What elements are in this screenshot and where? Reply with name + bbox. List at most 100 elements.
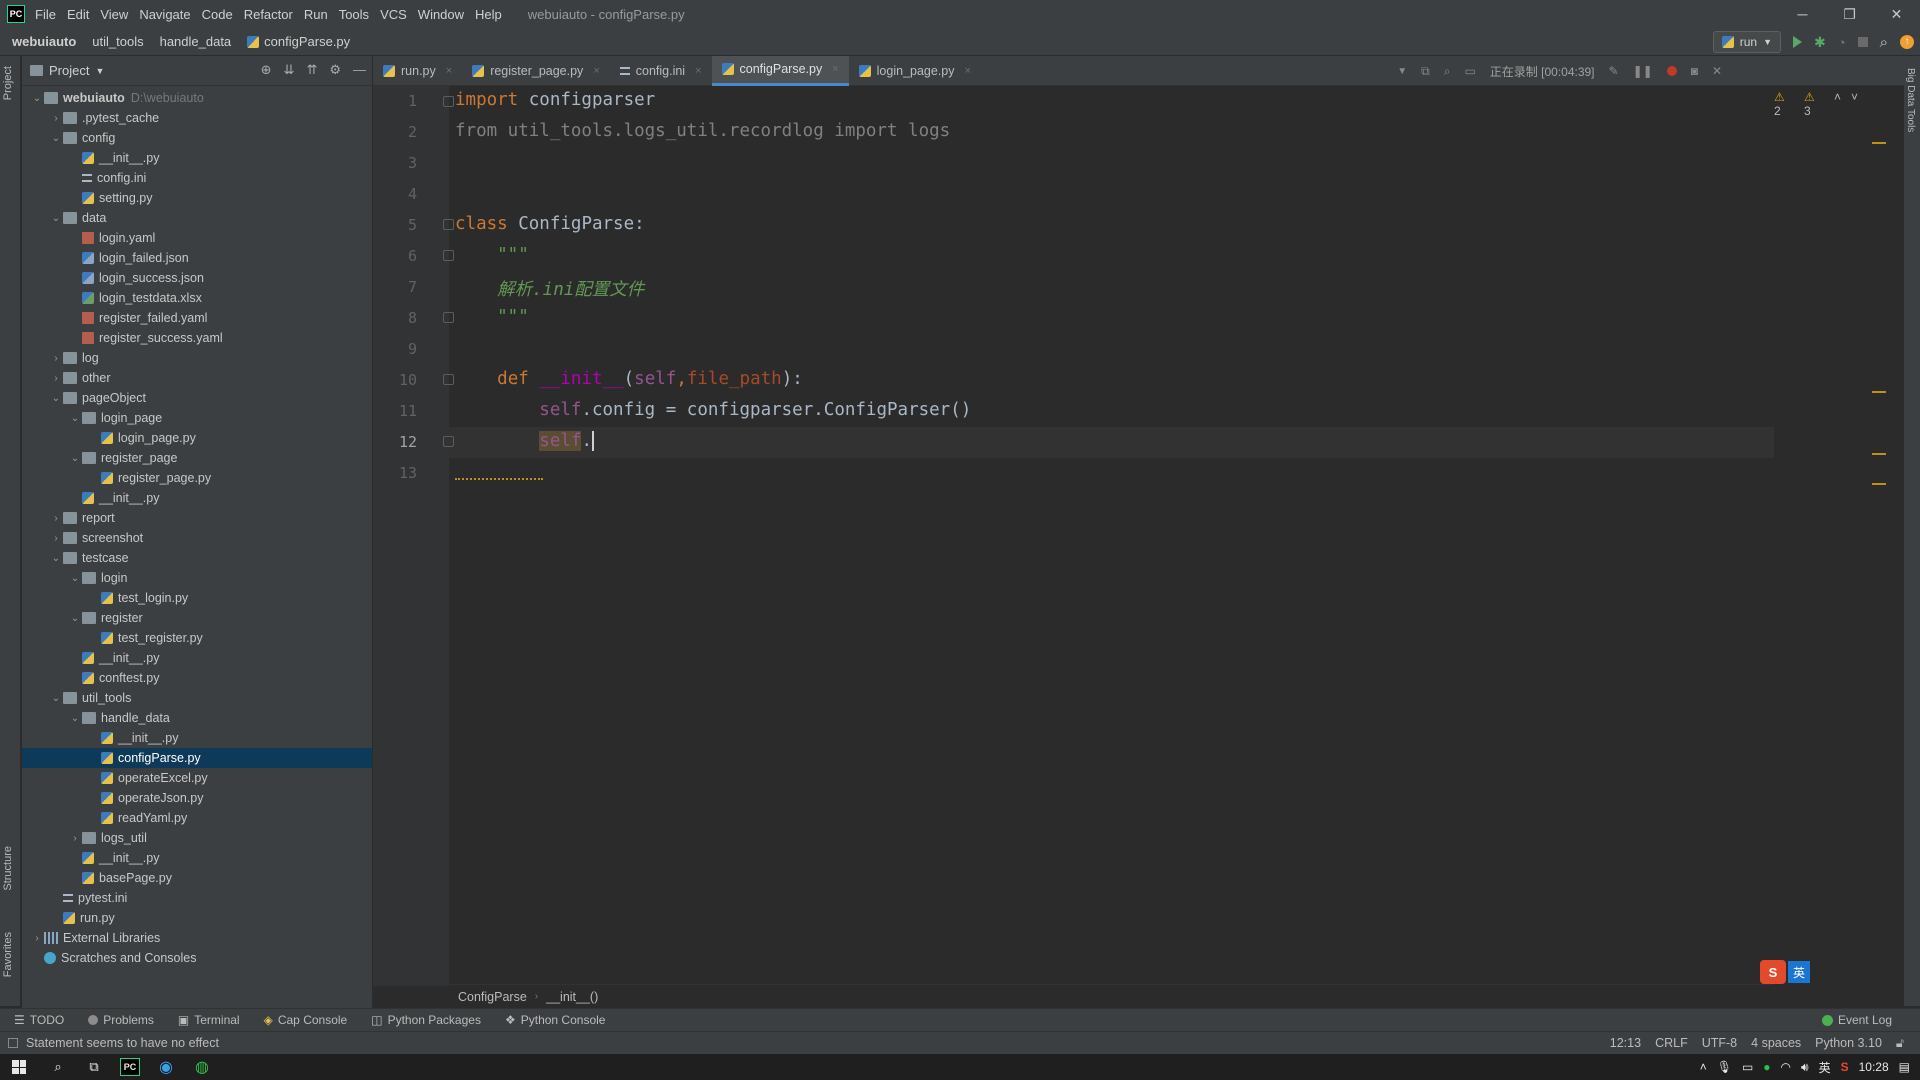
- favorites-tool-button[interactable]: Favorites: [2, 932, 14, 977]
- menu-file[interactable]: File: [35, 7, 56, 22]
- chevron-right-icon[interactable]: ›: [68, 833, 82, 844]
- tree-item[interactable]: readYaml.py: [22, 808, 372, 828]
- code-editor[interactable]: import configparser from util_tools.logs…: [449, 86, 1774, 986]
- chevron-up-icon[interactable]: ˄: [1834, 90, 1841, 118]
- fold-marker[interactable]: [443, 250, 454, 261]
- tree-item[interactable]: register_failed.yaml: [22, 308, 372, 328]
- tree-item[interactable]: login_failed.json: [22, 248, 372, 268]
- tree-item[interactable]: ⌄ config: [22, 128, 372, 148]
- battery-icon[interactable]: ▭: [1742, 1060, 1753, 1074]
- locate-icon[interactable]: ⊕: [261, 62, 272, 78]
- tree-item[interactable]: __init__.py: [22, 728, 372, 748]
- menu-tools[interactable]: Tools: [339, 7, 369, 22]
- minimize-button[interactable]: ─: [1779, 0, 1826, 28]
- fold-marker[interactable]: [443, 374, 454, 385]
- chevron-down-icon[interactable]: ⌄: [49, 133, 63, 144]
- menu-window[interactable]: Window: [418, 7, 464, 22]
- volume-icon[interactable]: 🔊︎: [1801, 1060, 1809, 1075]
- nav-crumb-util-tools[interactable]: util_tools: [84, 34, 151, 49]
- tree-item[interactable]: Scratches and Consoles: [22, 948, 372, 968]
- chevron-right-icon[interactable]: ›: [49, 373, 63, 384]
- close-tab-icon[interactable]: ×: [593, 65, 599, 77]
- chevron-right-icon[interactable]: ›: [49, 353, 63, 364]
- run-icon[interactable]: [1793, 36, 1802, 48]
- menu-edit[interactable]: Edit: [67, 7, 89, 22]
- breadcrumb-class[interactable]: ConfigParse: [458, 990, 527, 1004]
- lock-icon[interactable]: 🔓︎: [1896, 1036, 1904, 1051]
- tree-item[interactable]: › .pytest_cache: [22, 108, 372, 128]
- editor-tab[interactable]: configParse.py ×: [711, 55, 849, 86]
- chevron-down-icon[interactable]: ⌄: [49, 693, 63, 704]
- python-console-tool-button[interactable]: ❖ Python Console: [505, 1013, 606, 1027]
- menu-code[interactable]: Code: [202, 7, 233, 22]
- tree-item[interactable]: login_testdata.xlsx: [22, 288, 372, 308]
- debug-icon[interactable]: ✱: [1814, 34, 1826, 51]
- stop-icon[interactable]: [1857, 37, 1868, 47]
- editor-tab[interactable]: config.ini ×: [610, 56, 712, 86]
- editor-tab[interactable]: register_page.py ×: [462, 56, 610, 86]
- breadcrumb-method[interactable]: __init__(): [546, 990, 598, 1004]
- ime-indicator[interactable]: S 英: [1760, 960, 1810, 984]
- tree-item[interactable]: ⌄ data: [22, 208, 372, 228]
- project-tool-button[interactable]: Project: [2, 66, 14, 100]
- editor-tab[interactable]: run.py ×: [373, 56, 462, 86]
- fit-icon[interactable]: ▭: [1464, 64, 1475, 78]
- tree-item[interactable]: __init__.py: [22, 848, 372, 868]
- tree-item[interactable]: ⌄ testcase: [22, 548, 372, 568]
- structure-tool-button[interactable]: Structure: [2, 846, 14, 891]
- chevron-down-icon[interactable]: ▼: [95, 66, 104, 76]
- hide-icon[interactable]: —: [353, 62, 366, 78]
- tree-item[interactable]: setting.py: [22, 188, 372, 208]
- restore-button[interactable]: ❐: [1826, 0, 1873, 28]
- tree-item[interactable]: › logs_util: [22, 828, 372, 848]
- chevron-right-icon[interactable]: ›: [49, 513, 63, 524]
- fold-marker[interactable]: [443, 219, 454, 230]
- zoom-icon[interactable]: ⌕: [1444, 64, 1451, 79]
- chevron-down-icon[interactable]: ⌄: [49, 393, 63, 404]
- microphone-icon[interactable]: 🎙︎: [1717, 1060, 1732, 1074]
- menu-refactor[interactable]: Refactor: [244, 7, 293, 22]
- menu-vcs[interactable]: VCS: [380, 7, 407, 22]
- chevron-down-icon[interactable]: ⌄: [30, 93, 44, 104]
- chevron-down-icon[interactable]: ⌄: [68, 713, 82, 724]
- fold-marker[interactable]: [443, 436, 454, 447]
- wechat-icon[interactable]: ●: [1763, 1060, 1770, 1074]
- menu-run[interactable]: Run: [304, 7, 328, 22]
- tree-item[interactable]: __init__.py: [22, 488, 372, 508]
- nav-crumb-handle-data[interactable]: handle_data: [152, 34, 240, 49]
- tree-item[interactable]: test_register.py: [22, 628, 372, 648]
- todo-tool-button[interactable]: ☰ TODO: [14, 1013, 64, 1027]
- input-language[interactable]: 英: [1819, 1059, 1831, 1076]
- gear-icon[interactable]: ⚙: [329, 62, 341, 78]
- pycharm-taskbar-icon[interactable]: PC: [120, 1058, 140, 1076]
- tree-item[interactable]: test_login.py: [22, 588, 372, 608]
- update-icon[interactable]: ↑: [1900, 35, 1914, 49]
- pencil-icon[interactable]: ✎: [1609, 64, 1619, 78]
- expand-all-icon[interactable]: ⇊: [284, 62, 295, 78]
- run-config-select[interactable]: run ▼: [1712, 31, 1781, 53]
- caret-position[interactable]: 12:13: [1610, 1036, 1641, 1050]
- tree-item[interactable]: operateExcel.py: [22, 768, 372, 788]
- fold-marker[interactable]: [443, 96, 454, 107]
- tree-item[interactable]: register_page.py: [22, 468, 372, 488]
- search-icon[interactable]: ⌕: [48, 1058, 68, 1076]
- tree-item[interactable]: run.py: [22, 908, 372, 928]
- menu-view[interactable]: View: [100, 7, 128, 22]
- chevron-down-icon[interactable]: ˅: [1851, 90, 1858, 118]
- network-icon[interactable]: ◠: [1781, 1060, 1791, 1074]
- tree-item[interactable]: conftest.py: [22, 668, 372, 688]
- tree-item[interactable]: ⌄ handle_data: [22, 708, 372, 728]
- clock[interactable]: 10:28: [1859, 1060, 1889, 1074]
- tree-item[interactable]: ⌄ register_page: [22, 448, 372, 468]
- tree-item[interactable]: ⌄ register: [22, 608, 372, 628]
- collapse-all-icon[interactable]: ⇈: [306, 62, 317, 78]
- edge-browser-icon[interactable]: ◉: [156, 1058, 176, 1076]
- tree-item[interactable]: ⌄ login: [22, 568, 372, 588]
- close-icon[interactable]: ✕: [1712, 64, 1722, 78]
- tree-item[interactable]: pytest.ini: [22, 888, 372, 908]
- tree-item[interactable]: register_success.yaml: [22, 328, 372, 348]
- chevron-down-icon[interactable]: ⌄: [68, 453, 82, 464]
- layout-toggle-icon[interactable]: [8, 1038, 18, 1048]
- tree-item[interactable]: operateJson.py: [22, 788, 372, 808]
- record-stop-icon[interactable]: [1666, 66, 1677, 76]
